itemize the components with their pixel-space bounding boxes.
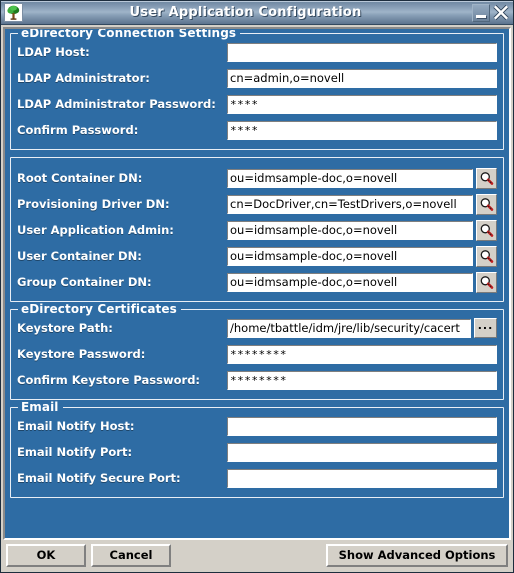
magnifier-icon-user-container-dn[interactable] <box>476 245 497 267</box>
title-bar: User Application Configuration <box>1 1 513 25</box>
input-ldap-administrator[interactable]: cn=admin,o=novell <box>227 68 497 88</box>
magnifier-icon-root-container-dn[interactable] <box>476 167 497 189</box>
config-panel: eDirectory Connection Settings LDAP Host… <box>7 29 507 536</box>
magnifier-icon-group-container-dn[interactable] <box>476 271 497 293</box>
group-email: Email Email Notify Host: Email Notify Po… <box>10 400 504 498</box>
group-title: Email <box>18 400 63 414</box>
tree-icon <box>4 3 23 22</box>
row-email-notify-host: Email Notify Host: <box>17 413 497 439</box>
group-container-dns: Root Container DN: ou=idmsample-doc,o=no… <box>10 157 504 302</box>
label-ldap-host: LDAP Host: <box>17 45 90 59</box>
input-root-container-dn[interactable]: ou=idmsample-doc,o=novell <box>227 168 473 188</box>
row-confirm-password: Confirm Password: **** <box>17 117 497 143</box>
dialog-button-bar: OK Cancel Show Advanced Options <box>3 540 511 570</box>
row-keystore-path: Keystore Path: /home/tbattle/idm/jre/lib… <box>17 315 497 341</box>
row-user-container-dn: User Container DN: ou=idmsample-doc,o=no… <box>17 243 497 269</box>
row-root-container-dn: Root Container DN: ou=idmsample-doc,o=no… <box>17 165 497 191</box>
group-edirectory-certificates: eDirectory Certificates Keystore Path: /… <box>10 302 504 400</box>
row-group-container-dn: Group Container DN: ou=idmsample-doc,o=n… <box>17 269 497 295</box>
row-ldap-administrator: LDAP Administrator: cn=admin,o=novell <box>17 65 497 91</box>
input-ldap-administrator-password[interactable]: **** <box>227 94 497 114</box>
input-provisioning-driver-dn[interactable]: cn=DocDriver,cn=TestDrivers,o=novell <box>227 194 473 214</box>
input-user-container-dn[interactable]: ou=idmsample-doc,o=novell <box>227 246 473 266</box>
minimize-button[interactable] <box>472 3 490 22</box>
label-confirm-keystore-password: Confirm Keystore Password: <box>17 373 201 387</box>
group-edirectory-connection-settings: eDirectory Connection Settings LDAP Host… <box>10 29 504 150</box>
input-keystore-path[interactable]: /home/tbattle/idm/jre/lib/security/cacer… <box>227 318 471 338</box>
input-keystore-password[interactable]: ******** <box>227 344 497 364</box>
magnifier-icon-user-application-admin[interactable] <box>476 219 497 241</box>
row-email-notify-secure-port: Email Notify Secure Port: <box>17 465 497 491</box>
row-ldap-host: LDAP Host: <box>17 39 497 65</box>
input-email-notify-host[interactable] <box>227 416 497 436</box>
window-title: User Application Configuration <box>129 5 362 20</box>
ellipsis-browse-button[interactable]: ... <box>474 318 497 338</box>
content-area: eDirectory Connection Settings LDAP Host… <box>1 25 513 572</box>
row-ldap-administrator-password: LDAP Administrator Password: **** <box>17 91 497 117</box>
label-keystore-password: Keystore Password: <box>17 347 146 361</box>
show-advanced-options-button[interactable]: Show Advanced Options <box>326 543 508 567</box>
row-user-application-admin: User Application Admin: ou=idmsample-doc… <box>17 217 497 243</box>
label-email-notify-secure-port: Email Notify Secure Port: <box>17 471 181 485</box>
label-user-container-dn: User Container DN: <box>17 249 142 263</box>
group-title: eDirectory Connection Settings <box>18 29 241 40</box>
input-email-notify-secure-port[interactable] <box>227 468 497 488</box>
label-email-notify-host: Email Notify Host: <box>17 419 135 433</box>
ok-button[interactable]: OK <box>6 543 86 567</box>
label-keystore-path: Keystore Path: <box>17 321 113 335</box>
label-provisioning-driver-dn: Provisioning Driver DN: <box>17 197 170 211</box>
close-icon[interactable] <box>492 4 510 22</box>
row-confirm-keystore-password: Confirm Keystore Password: ******** <box>17 367 497 393</box>
row-keystore-password: Keystore Password: ******** <box>17 341 497 367</box>
window-controls <box>472 3 513 22</box>
input-confirm-password[interactable]: **** <box>227 120 497 140</box>
label-email-notify-port: Email Notify Port: <box>17 445 133 459</box>
row-email-notify-port: Email Notify Port: <box>17 439 497 465</box>
label-ldap-administrator-password: LDAP Administrator Password: <box>17 97 216 111</box>
label-confirm-password: Confirm Password: <box>17 123 139 137</box>
application-window: User Application Configuration eDirector… <box>0 0 514 573</box>
input-ldap-host[interactable] <box>227 42 497 62</box>
magnifier-icon-provisioning-driver-dn[interactable] <box>476 193 497 215</box>
input-confirm-keystore-password[interactable]: ******** <box>227 370 497 390</box>
label-ldap-administrator: LDAP Administrator: <box>17 71 150 85</box>
input-user-application-admin[interactable]: ou=idmsample-doc,o=novell <box>227 220 473 240</box>
row-provisioning-driver-dn: Provisioning Driver DN: cn=DocDriver,cn=… <box>17 191 497 217</box>
input-group-container-dn[interactable]: ou=idmsample-doc,o=novell <box>227 272 473 292</box>
label-root-container-dn: Root Container DN: <box>17 171 143 185</box>
form-scroll-frame: eDirectory Connection Settings LDAP Host… <box>3 27 511 540</box>
label-user-application-admin: User Application Admin: <box>17 223 174 237</box>
group-title: eDirectory Certificates <box>18 302 181 316</box>
input-email-notify-port[interactable] <box>227 442 497 462</box>
cancel-button[interactable]: Cancel <box>91 543 171 567</box>
label-group-container-dn: Group Container DN: <box>17 275 152 289</box>
